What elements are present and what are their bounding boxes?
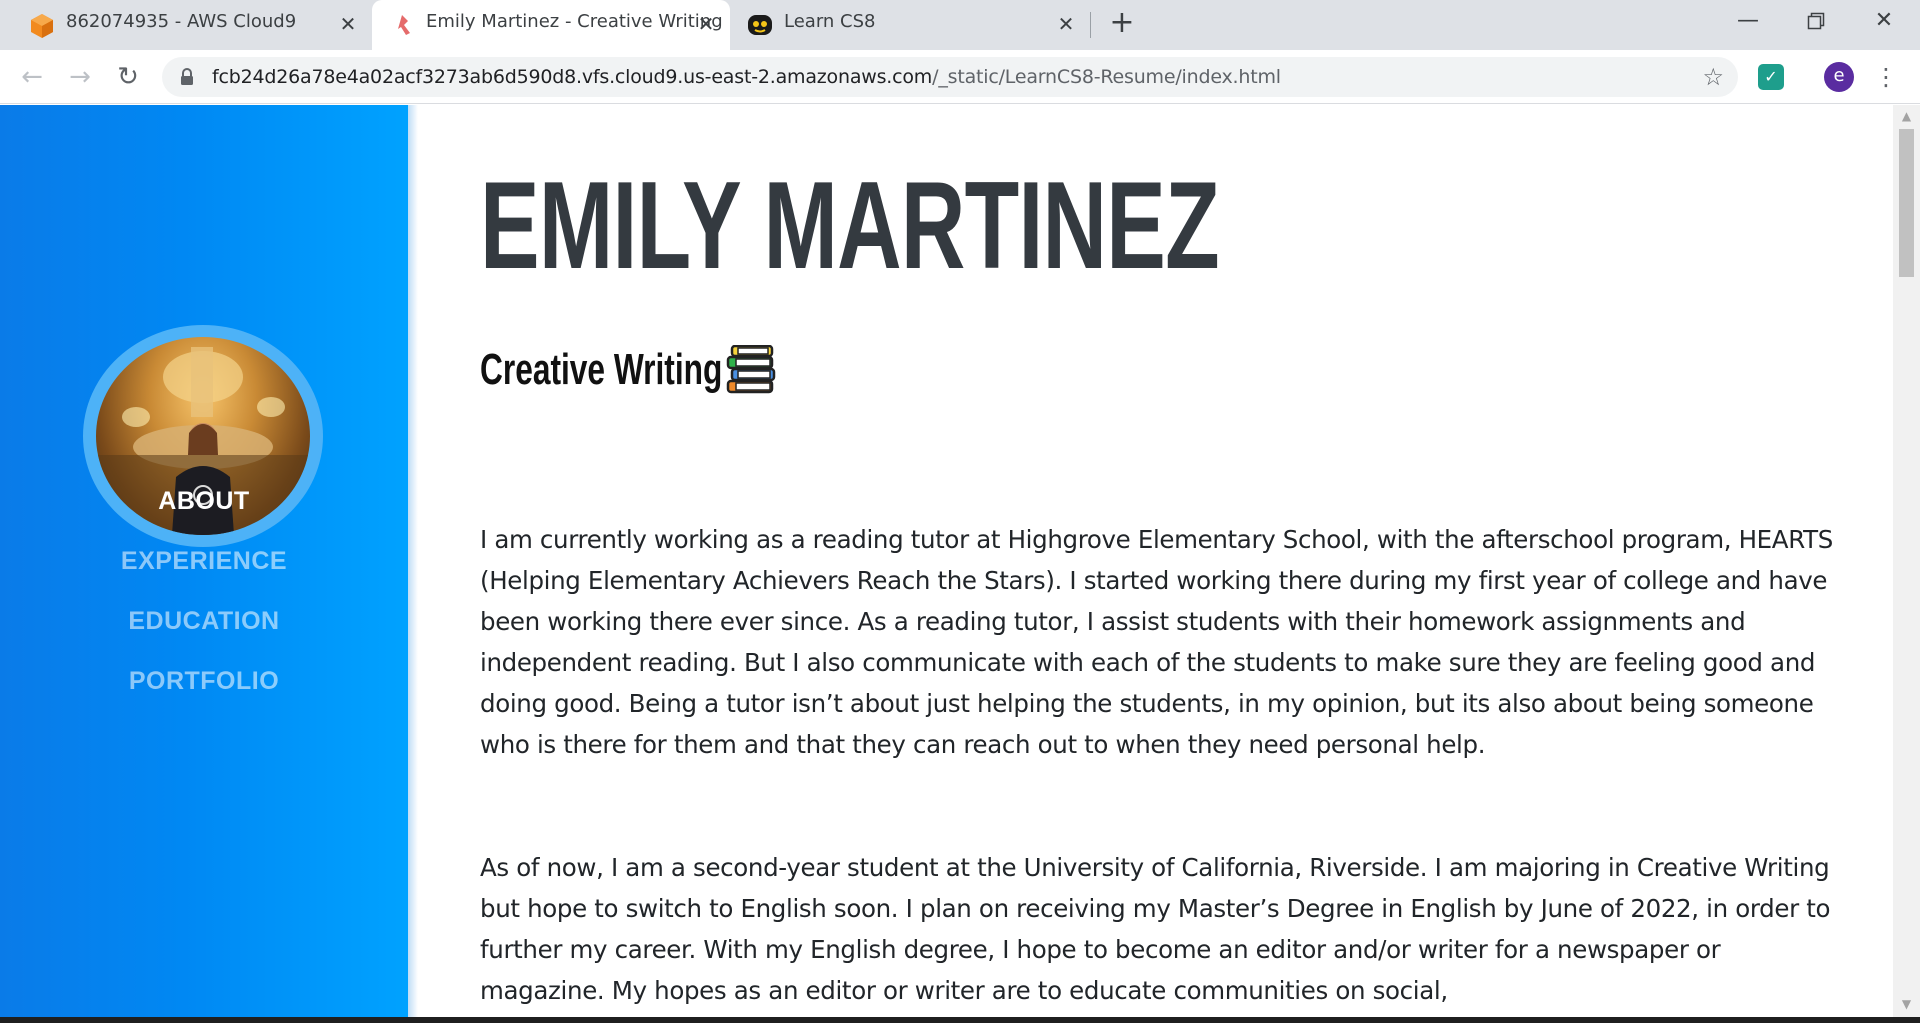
aws-cloud9-icon [31, 14, 53, 38]
tab-title: Learn CS8 [784, 11, 876, 32]
close-tab-icon[interactable]: ✕ [694, 12, 718, 36]
tab-learn-cs8[interactable]: Learn CS8 ✕ [730, 0, 1090, 47]
nav-education[interactable]: EDUCATION [0, 607, 408, 636]
about-paragraph-1: I am currently working as a reading tuto… [480, 525, 1833, 759]
profile-avatar[interactable]: e [1824, 62, 1854, 92]
url-text: fcb24d26a78e4a02acf3273ab6d590d8.vfs.clo… [212, 66, 1281, 88]
page-viewport: ABOUT EXPERIENCE EDUCATION PORTFOLIO EMI… [0, 105, 1920, 1023]
restore-icon[interactable] [1796, 4, 1836, 38]
page-title: EMILY MARTINEZ [480, 157, 1220, 295]
tab-aws-cloud9[interactable]: 862074935 - AWS Cloud9 ✕ [0, 0, 372, 47]
site-favicon [398, 15, 410, 35]
tab-title: 862074935 - AWS Cloud9 [66, 11, 297, 32]
taskbar-edge [0, 1017, 1920, 1023]
bookmark-star-icon[interactable]: ☆ [1702, 63, 1724, 91]
subtitle-row: Creative Writing [480, 345, 776, 395]
back-arrow-icon[interactable]: ← [16, 62, 48, 94]
about-paragraph-2: As of now, I am a second-year student at… [480, 853, 1831, 1005]
window-close-icon[interactable]: ✕ [1864, 4, 1904, 38]
sidebar: ABOUT EXPERIENCE EDUCATION PORTFOLIO [0, 105, 418, 1023]
learncs8-icon [748, 15, 772, 35]
url-path: /_static/LearnCS8-Resume/index.html [932, 66, 1281, 88]
tab-title: Emily Martinez - Creative Writing [426, 11, 723, 32]
browser-menu-icon[interactable]: ⋮ [1874, 62, 1898, 92]
lock-icon [181, 68, 193, 85]
close-tab-icon[interactable]: ✕ [336, 12, 360, 36]
page-subtitle: Creative Writing [480, 345, 723, 394]
nav-about[interactable]: ABOUT [0, 487, 408, 516]
new-tab-button[interactable]: + [1106, 8, 1138, 40]
browser-toolbar: ← → ↻ fcb24d26a78e4a02acf3273ab6d590d8.v… [0, 50, 1920, 104]
sidebar-shadow [408, 105, 418, 1023]
url-host: fcb24d26a78e4a02acf3273ab6d590d8.vfs.clo… [212, 66, 933, 88]
forward-arrow-icon[interactable]: → [64, 62, 96, 94]
address-bar[interactable]: fcb24d26a78e4a02acf3273ab6d590d8.vfs.clo… [162, 57, 1738, 97]
minimize-icon[interactable]: — [1728, 4, 1768, 38]
scrollbar-thumb[interactable] [1899, 129, 1914, 277]
books-icon [726, 345, 776, 394]
nav-experience[interactable]: EXPERIENCE [0, 547, 408, 576]
scroll-down-arrow-icon[interactable]: ▼ [1893, 993, 1920, 1015]
main-content: EMILY MARTINEZ Creative Writing I am cur… [480, 105, 1840, 1023]
scroll-up-arrow-icon[interactable]: ▲ [1893, 105, 1920, 127]
page-scrollbar[interactable]: ▲ ▼ [1893, 105, 1920, 1023]
reload-icon[interactable]: ↻ [112, 62, 144, 94]
browser-tab-strip: 862074935 - AWS Cloud9 ✕ Emily Martinez … [0, 0, 1920, 50]
extension-icon[interactable]: ✓ [1758, 64, 1784, 90]
close-tab-icon[interactable]: ✕ [1054, 12, 1078, 36]
tab-emily-martinez[interactable]: Emily Martinez - Creative Writing ✕ [372, 0, 730, 50]
tab-separator [1090, 12, 1091, 38]
nav-portfolio[interactable]: PORTFOLIO [0, 667, 408, 696]
